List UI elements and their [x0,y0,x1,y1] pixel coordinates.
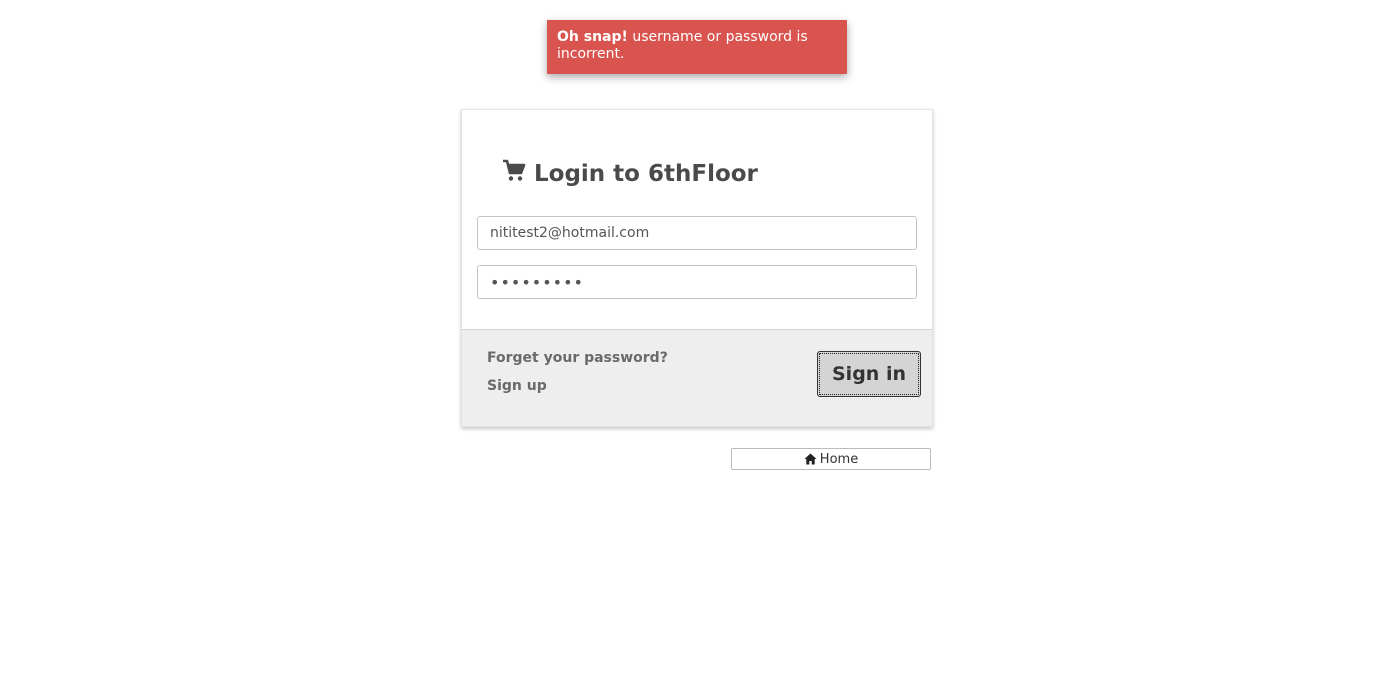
login-card: Login to 6thFloor Forget your password? … [461,109,933,427]
error-alert: Oh snap! username or password is incorre… [547,20,847,74]
home-button-label: Home [819,451,859,467]
login-title-text: Login to 6thFloor [534,161,758,187]
email-field[interactable] [477,216,917,250]
login-card-footer: Forget your password? Sign up Sign in [462,329,932,426]
home-button[interactable]: Home [731,448,931,470]
password-field[interactable] [477,265,917,299]
forgot-password-link[interactable]: Forget your password? [487,350,668,366]
home-icon [804,453,817,465]
shopping-cart-icon [502,159,526,183]
login-title: Login to 6thFloor [502,157,758,191]
alert-strong-text: Oh snap! [557,29,628,45]
sign-in-button[interactable]: Sign in [817,351,921,397]
sign-up-link[interactable]: Sign up [487,378,547,394]
login-page: Oh snap! username or password is incorre… [0,0,1394,693]
